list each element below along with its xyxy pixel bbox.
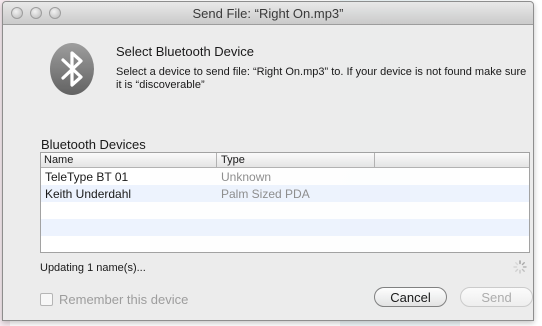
column-header-name[interactable]: Name [44,153,73,167]
bluetooth-icon [50,43,94,95]
column-divider [216,153,217,167]
cancel-button[interactable]: Cancel [374,287,447,307]
device-name: TeleType BT 01 [45,170,129,184]
status-text: Updating 1 name(s)... [40,262,146,274]
column-header-type[interactable]: Type [221,153,245,167]
table-header: Name Type [41,153,529,168]
table-row[interactable]: Keith Underdahl Palm Sized PDA [41,185,529,202]
window-title: Send File: “Right On.mp3” [192,6,344,21]
device-name: Keith Underdahl [45,187,132,201]
devices-table[interactable]: Name Type TeleType BT 01 Unknown Keith U… [40,152,530,253]
table-row-empty [41,202,529,219]
table-row-empty [41,236,529,252]
remember-device-label: Remember this device [59,292,189,307]
table-row-empty [41,219,529,236]
remember-device-checkbox[interactable] [40,293,53,306]
title-bar[interactable]: Send File: “Right On.mp3” [3,2,533,25]
devices-section-label: Bluetooth Devices [41,137,146,152]
table-row[interactable]: TeleType BT 01 Unknown [41,168,529,185]
send-file-dialog: Send File: “Right On.mp3” Select Bluetoo… [2,1,534,321]
progress-spinner-icon [513,260,527,274]
dialog-description: Select a device to send file: “Right On.… [116,66,527,91]
send-button[interactable]: Send [460,287,533,307]
column-divider [374,153,375,167]
dialog-heading: Select Bluetooth Device [116,44,255,59]
device-type: Palm Sized PDA [221,187,310,201]
remember-device-option[interactable]: Remember this device [40,292,188,307]
device-type: Unknown [221,170,272,184]
